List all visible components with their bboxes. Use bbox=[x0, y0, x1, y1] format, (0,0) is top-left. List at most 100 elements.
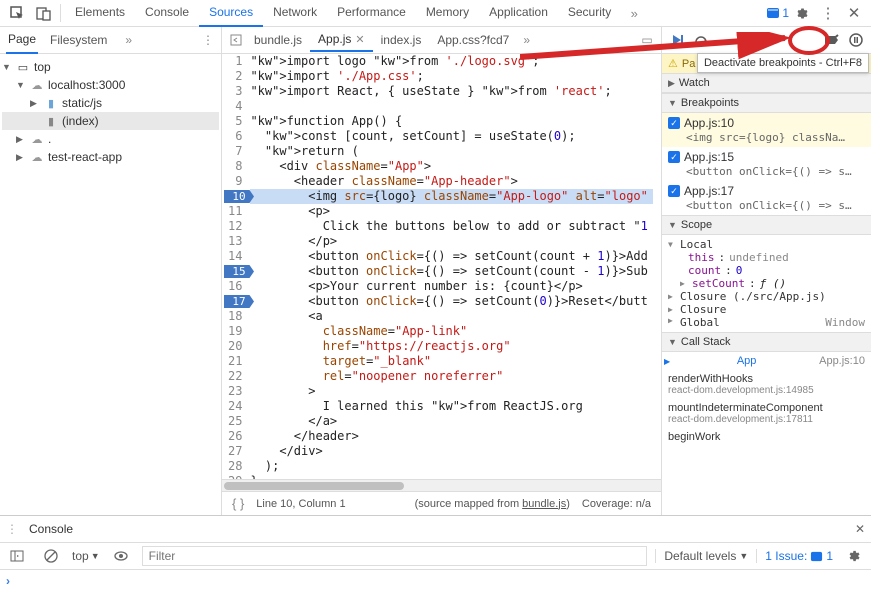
callstack-section-head[interactable]: ▼Call Stack bbox=[662, 332, 871, 352]
code-line[interactable]: "kw">import logo "kw">from './logo.svg'; bbox=[250, 54, 653, 69]
code-line[interactable]: <p> bbox=[250, 204, 653, 219]
console-filter-input[interactable] bbox=[142, 546, 648, 566]
step-into-button[interactable]: ⋯ bbox=[714, 29, 736, 51]
gutter-line[interactable]: 14 bbox=[228, 249, 242, 264]
breakpoint-marker[interactable]: 10 bbox=[224, 190, 254, 203]
gutter-line[interactable]: 17 bbox=[228, 294, 242, 309]
code-line[interactable]: </header> bbox=[250, 429, 653, 444]
watch-section-head[interactable]: ▶Watch bbox=[662, 73, 871, 93]
more-tabs-icon[interactable]: » bbox=[621, 0, 647, 26]
gutter-line[interactable]: 27 bbox=[228, 444, 242, 459]
console-body[interactable]: › bbox=[0, 570, 871, 603]
step-out-button[interactable]: ⋯ bbox=[738, 29, 760, 51]
scope-section-head[interactable]: ▼Scope bbox=[662, 215, 871, 235]
code-line[interactable]: <button onClick={() => setCount(0)}>Rese… bbox=[250, 294, 653, 309]
code-line[interactable]: "kw">function App() { bbox=[250, 114, 653, 129]
issues-badge[interactable]: 1 bbox=[766, 6, 789, 20]
code-body[interactable]: "kw">import logo "kw">from './logo.svg';… bbox=[250, 54, 661, 479]
kebab-menu-icon[interactable]: ⋮ bbox=[815, 0, 841, 26]
code-line[interactable]: <img src={logo} className="App-logo" alt… bbox=[250, 189, 653, 204]
step-over-button[interactable] bbox=[690, 29, 712, 51]
device-toggle-icon[interactable] bbox=[30, 0, 56, 26]
deactivate-breakpoints-button[interactable] bbox=[821, 29, 843, 51]
tree-folder[interactable]: ▶ ▮ static/js bbox=[2, 94, 219, 112]
tab-network[interactable]: Network bbox=[263, 0, 327, 27]
gutter-line[interactable]: 8 bbox=[228, 159, 242, 174]
filesystem-sidebar-tab[interactable]: Filesystem bbox=[48, 27, 109, 53]
tab-application[interactable]: Application bbox=[479, 0, 558, 27]
code-line[interactable]: <a bbox=[250, 309, 653, 324]
gutter-line[interactable]: 3 bbox=[228, 84, 242, 99]
breakpoint-marker[interactable]: 15 bbox=[224, 265, 254, 278]
breakpoint-marker[interactable]: 17 bbox=[224, 295, 254, 308]
editor-tab-app[interactable]: App.js✕ bbox=[310, 28, 373, 52]
gutter-line[interactable]: 20 bbox=[228, 339, 242, 354]
gutter-line[interactable]: 11 bbox=[228, 204, 242, 219]
tab-memory[interactable]: Memory bbox=[416, 0, 479, 27]
gutter-line[interactable]: 12 bbox=[228, 219, 242, 234]
breakpoint-row[interactable]: ✓App.js:15<button onClick={() => s… bbox=[662, 147, 871, 181]
stack-frame[interactable]: mountIndeterminateComponentreact-dom.dev… bbox=[662, 399, 871, 428]
scope-closure-app[interactable]: ▶Closure (./src/App.js) bbox=[668, 290, 865, 303]
code-line[interactable] bbox=[250, 99, 653, 114]
tree-top[interactable]: ▼ ▭ top bbox=[2, 58, 219, 76]
close-icon[interactable]: ✕ bbox=[355, 33, 364, 46]
code-line[interactable]: </div> bbox=[250, 444, 653, 459]
close-devtools-icon[interactable]: ✕ bbox=[841, 0, 867, 26]
code-line[interactable]: <button onClick={() => setCount(count + … bbox=[250, 249, 653, 264]
format-icon[interactable]: { } bbox=[232, 496, 244, 511]
gutter-line[interactable]: 4 bbox=[228, 99, 242, 114]
scope-local[interactable]: ▼Local bbox=[668, 238, 865, 251]
more-sidebar-tabs-icon[interactable]: » bbox=[125, 33, 132, 47]
stack-frame[interactable]: AppApp.js:10 bbox=[662, 352, 871, 370]
gutter-line[interactable]: 23 bbox=[228, 384, 242, 399]
tree-host[interactable]: ▼ ☁ localhost:3000 bbox=[2, 76, 219, 94]
scope-this[interactable]: this: undefined bbox=[668, 251, 865, 264]
gutter-line[interactable]: 10 bbox=[228, 189, 242, 204]
clear-console-icon[interactable] bbox=[38, 543, 64, 569]
code-line[interactable]: className="App-link" bbox=[250, 324, 653, 339]
gutter-line[interactable]: 16 bbox=[228, 279, 242, 294]
gutter-line[interactable]: 25 bbox=[228, 414, 242, 429]
live-expression-icon[interactable] bbox=[108, 543, 134, 569]
scope-global[interactable]: ▶GlobalWindow bbox=[668, 316, 865, 329]
scope-closure[interactable]: ▶Closure bbox=[668, 303, 865, 316]
code-line[interactable]: I learned this "kw">from ReactJS.org bbox=[250, 399, 653, 414]
code-line[interactable]: </a> bbox=[250, 414, 653, 429]
gutter-line[interactable]: 21 bbox=[228, 354, 242, 369]
more-editor-tabs-icon[interactable]: » bbox=[523, 33, 530, 47]
inspect-icon[interactable] bbox=[4, 0, 30, 26]
gutter-line[interactable]: 24 bbox=[228, 399, 242, 414]
gutter-line[interactable]: 6 bbox=[228, 129, 242, 144]
gutter-line[interactable]: 5 bbox=[228, 114, 242, 129]
gutter-line[interactable]: 19 bbox=[228, 324, 242, 339]
stack-frame[interactable]: renderWithHooksreact-dom.development.js:… bbox=[662, 370, 871, 399]
tab-security[interactable]: Security bbox=[558, 0, 621, 27]
tab-sources[interactable]: Sources bbox=[199, 0, 263, 27]
code-line[interactable]: <button onClick={() => setCount(count - … bbox=[250, 264, 653, 279]
console-sidebar-toggle-icon[interactable] bbox=[4, 543, 30, 569]
breakpoint-row[interactable]: ✓App.js:10<img src={logo} classNa… bbox=[662, 113, 871, 147]
code-line[interactable]: "kw">const [count, setCount] = useState(… bbox=[250, 129, 653, 144]
scope-setcount[interactable]: ▶setCount: ƒ () bbox=[668, 277, 865, 290]
stack-frame[interactable]: beginWork bbox=[662, 428, 871, 446]
code-editor[interactable]: 1234567891011121314151617181920212223242… bbox=[222, 54, 661, 479]
tab-console[interactable]: Console bbox=[135, 0, 199, 27]
tree-cloud-app[interactable]: ▶ ☁ test-react-app bbox=[2, 148, 219, 166]
editor-tab-index[interactable]: index.js bbox=[373, 29, 430, 51]
page-sidebar-tab[interactable]: Page bbox=[6, 26, 38, 54]
sidebar-kebab-icon[interactable]: ⋮ bbox=[195, 27, 221, 53]
issues-link[interactable]: 1 Issue: 1 bbox=[756, 549, 833, 563]
code-line[interactable]: "kw">import './App.css'; bbox=[250, 69, 653, 84]
gutter-line[interactable]: 7 bbox=[228, 144, 242, 159]
gutter-line[interactable]: 26 bbox=[228, 429, 242, 444]
tab-elements[interactable]: Elements bbox=[65, 0, 135, 27]
code-line[interactable]: href="https://reactjs.org" bbox=[250, 339, 653, 354]
resume-button[interactable] bbox=[666, 29, 688, 51]
settings-gear-icon[interactable] bbox=[789, 0, 815, 26]
gutter-line[interactable]: 1 bbox=[228, 54, 242, 69]
checkbox-icon[interactable]: ✓ bbox=[668, 117, 680, 129]
gutter-line[interactable]: 18 bbox=[228, 309, 242, 324]
code-line[interactable]: "kw">return ( bbox=[250, 144, 653, 159]
gutter-line[interactable]: 28 bbox=[228, 459, 242, 474]
